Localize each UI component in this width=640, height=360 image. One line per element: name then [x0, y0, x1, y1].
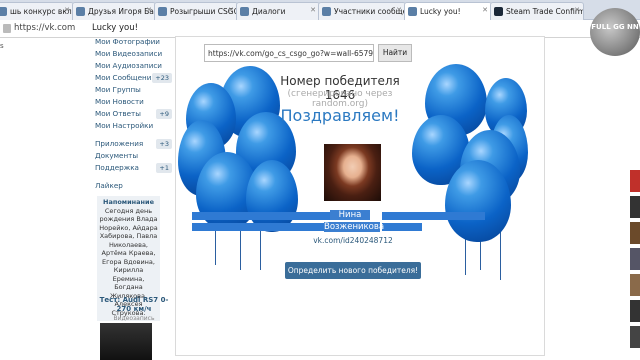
sidebar-item-liker[interactable]: Лайкер [95, 180, 175, 192]
close-tab-icon[interactable]: ✕ [574, 6, 580, 14]
channel-logo: FULL GG NN [590, 8, 640, 56]
sidebar-item-videos[interactable]: Мои Видеозаписи [95, 48, 175, 60]
new-winner-button[interactable]: Определить нового победителя! [285, 262, 421, 279]
ad-title[interactable]: Тест: Audi RS7 0-270 км/ч [95, 296, 173, 314]
reminder-heading: Напоминание [103, 198, 154, 206]
vk-favicon-icon [240, 7, 249, 16]
video-ad[interactable]: Тест: Audi RS7 0-270 км/ч Видеозапись [95, 296, 173, 323]
close-tab-icon[interactable]: ✕ [64, 6, 70, 14]
side-thumbnail[interactable] [630, 196, 640, 218]
vk-favicon-icon [0, 7, 7, 16]
close-tab-icon[interactable]: ✕ [146, 6, 152, 14]
winner-profile-link[interactable]: vk.com/id240248712 [312, 236, 394, 245]
support-count-badge: +1 [156, 163, 172, 173]
steam-favicon-icon [494, 7, 503, 16]
browser-tab[interactable]: шь конкурс вкл ✕ [0, 2, 74, 20]
tab-label: шь конкурс вкл [10, 7, 72, 16]
close-tab-icon[interactable]: ✕ [310, 6, 316, 14]
side-thumbnail[interactable] [630, 170, 640, 192]
side-thumbnail[interactable] [630, 326, 640, 348]
address-page-title: Lucky you! [92, 23, 139, 33]
highlight-bar [382, 212, 485, 220]
sidebar-item-replies[interactable]: Мои Ответы +9 [95, 108, 175, 120]
sidebar-item-audio[interactable]: Мои Аудиозаписи [95, 60, 175, 72]
browser-tab[interactable]: Диалоги ✕ [236, 2, 320, 20]
sidebar-item-photos[interactable]: Мои Фотографии [95, 36, 175, 48]
close-tab-icon[interactable]: ✕ [396, 6, 402, 14]
highlight-bar [382, 223, 422, 231]
sidebar-item-label: Документы [95, 151, 139, 160]
side-thumbnail[interactable] [630, 300, 640, 322]
apps-count-badge: +3 [156, 139, 172, 149]
sidebar-item-support[interactable]: Поддержка +1 [95, 162, 175, 174]
tab-bar: шь конкурс вкл✕ Друзья Игоря Бабич✕ Розы… [0, 0, 640, 21]
sidebar-item-label: Мои Новости [95, 97, 144, 106]
address-url[interactable]: https://vk.com [14, 23, 75, 33]
sidebar-item-settings[interactable]: Мои Настройки [95, 120, 175, 132]
ad-thumbnail[interactable] [100, 323, 152, 360]
sidebar-item-documents[interactable]: Документы [95, 150, 175, 162]
sidebar-item-label: Мои Настройки [95, 121, 154, 130]
sidebar-item-label: Лайкер [95, 181, 123, 190]
lock-icon [3, 24, 11, 33]
vk-favicon-icon [76, 7, 85, 16]
post-url-input[interactable]: https://vk.com/go_cs_csgo_go?w=wall-6579… [204, 44, 374, 62]
messages-count-badge: +23 [152, 73, 172, 83]
side-thumbnail[interactable] [630, 222, 640, 244]
vk-favicon-icon [322, 7, 331, 16]
browser-tab[interactable]: Розыгрыши CSGO | ✕ [154, 2, 238, 20]
sidebar-item-label: Мои Ответы [95, 109, 141, 118]
tab-label: Диалоги [252, 7, 286, 16]
highlight-bar [192, 212, 330, 220]
side-thumbnail[interactable] [630, 248, 640, 270]
congrats-heading: Поздравляем! [280, 106, 400, 125]
winner-last-name[interactable]: Возженикова [324, 222, 384, 232]
winner-first-name[interactable]: Нина [330, 210, 370, 220]
winner-avatar[interactable] [324, 144, 381, 201]
ad-subtitle: Видеозапись [113, 315, 155, 322]
tab-label: Steam Trade Confirm [506, 7, 584, 16]
browser-tab[interactable]: Участники сообщест✕ [318, 2, 406, 20]
sidebar-item-apps[interactable]: Приложения +3 [95, 138, 175, 150]
browser-tab[interactable]: Steam Trade Confirm ✕ [490, 2, 584, 20]
side-thumbnail[interactable] [630, 274, 640, 296]
sidebar-item-label: Мои Видеозаписи [95, 49, 163, 58]
sidebar-item-groups[interactable]: Мои Группы [95, 84, 175, 96]
sidebar-item-news[interactable]: Мои Новости [95, 96, 175, 108]
find-button[interactable]: Найти [378, 44, 412, 62]
close-tab-icon[interactable]: ✕ [482, 6, 488, 14]
sidebar-item-label: Поддержка [95, 163, 139, 172]
browser-tab-active[interactable]: Lucky you! ✕ [404, 2, 492, 21]
channel-logo-text: FULL GG NN [591, 23, 639, 31]
sidebar-item-label: Мои Фотографии [95, 37, 160, 46]
sidebar-menu: Мои Фотографии Мои Видеозаписи Мои Аудио… [95, 36, 175, 192]
highlight-bar [192, 223, 324, 231]
tab-label: Lucky you! [420, 7, 461, 16]
vk-favicon-icon [158, 7, 167, 16]
sidebar-item-label: Мои Аудиозаписи [95, 61, 162, 70]
vk-favicon-icon [408, 7, 417, 16]
left-edge-fragment: s [0, 42, 4, 50]
sidebar-item-label: Мои Сообщения [95, 73, 156, 82]
close-tab-icon[interactable]: ✕ [228, 6, 234, 14]
sidebar-item-messages[interactable]: Мои Сообщения +23 [95, 72, 175, 84]
sidebar-item-label: Мои Группы [95, 85, 141, 94]
browser-tab[interactable]: Друзья Игоря Бабич✕ [72, 2, 156, 20]
replies-count-badge: +9 [156, 109, 172, 119]
sidebar-item-label: Приложения [95, 139, 144, 148]
